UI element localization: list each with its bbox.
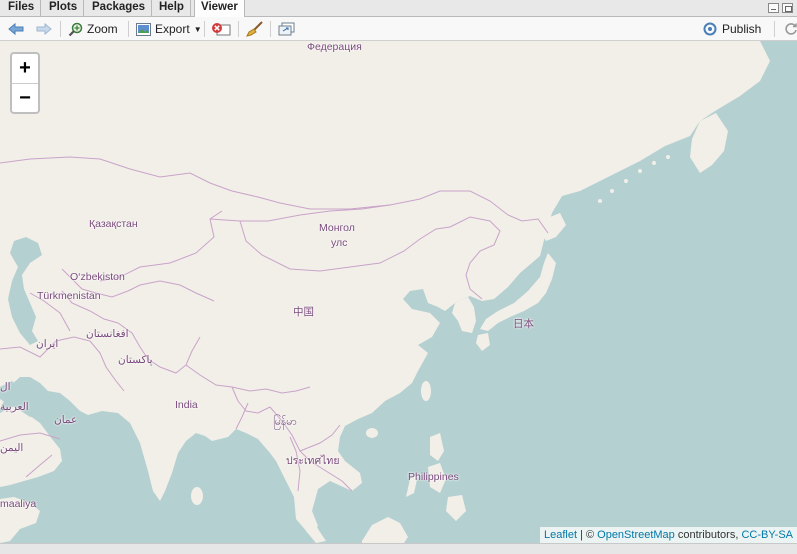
refresh-button[interactable] <box>784 20 797 38</box>
label-thailand: ประเทศไทย <box>286 455 340 467</box>
leaflet-link[interactable]: Leaflet <box>544 529 577 541</box>
label-china: 中国 <box>293 306 314 318</box>
viewer-toolbar: Zoom Export ▼ Publish <box>0 17 797 41</box>
borneo <box>362 517 408 543</box>
label-oman: عمان <box>54 414 78 426</box>
osm-link[interactable]: OpenStreetMap <box>597 529 675 541</box>
publish-icon <box>703 22 717 36</box>
show-in-window-button[interactable] <box>278 20 295 38</box>
tab-help[interactable]: Help <box>153 0 191 16</box>
magnifier-icon <box>68 22 83 36</box>
chevron-down-icon: ▼ <box>193 24 202 34</box>
label-turkmenistan: Türkmenistan <box>37 290 101 302</box>
pane-tab-bar: Files Plots Packages Help Viewer <box>0 0 797 17</box>
label-japan: 日本 <box>513 318 534 330</box>
zoom-in-button[interactable]: + <box>12 54 38 84</box>
forward-button[interactable] <box>36 20 52 38</box>
map-tiles <box>0 41 770 543</box>
label-yemen: اليمن <box>0 442 24 454</box>
label-iraq: ال <box>0 381 11 393</box>
tab-packages[interactable]: Packages <box>86 0 153 16</box>
label-somalia: maaliya <box>0 498 37 510</box>
label-mongolia-line2: улс <box>331 237 348 249</box>
minimize-icon <box>771 9 776 10</box>
maximize-icon <box>785 6 792 12</box>
label-india: India <box>175 399 198 411</box>
minimize-pane-button[interactable] <box>768 3 779 13</box>
export-label: Export <box>155 22 190 36</box>
remove-viewer-icon <box>212 22 231 35</box>
label-russia: Федерация <box>307 41 362 53</box>
toolbar-separator <box>128 21 129 37</box>
zoom-control: + − <box>10 52 40 114</box>
toolbar-separator <box>774 21 775 37</box>
taiwan <box>421 381 431 401</box>
zoom-button[interactable]: Zoom <box>68 20 118 38</box>
toolbar-separator <box>60 21 61 37</box>
arrow-right-icon <box>36 22 52 36</box>
map-attribution: Leaflet | © OpenStreetMap contributors, … <box>539 527 797 543</box>
sri-lanka <box>191 487 203 505</box>
license-link[interactable]: CC-BY-SA <box>741 529 793 541</box>
show-in-window-icon <box>278 22 295 36</box>
refresh-icon <box>785 23 797 35</box>
toolbar-separator <box>238 21 239 37</box>
arrow-left-icon <box>8 22 24 36</box>
clear-viewer-button[interactable] <box>246 20 264 38</box>
toolbar-separator <box>270 21 271 37</box>
publish-label: Publish <box>722 22 762 36</box>
tab-plots[interactable]: Plots <box>43 0 85 16</box>
maximize-pane-button[interactable] <box>782 3 793 13</box>
tab-viewer[interactable]: Viewer <box>194 0 245 17</box>
toolbar-separator <box>204 21 205 37</box>
export-menu-button[interactable]: Export ▼ <box>136 20 202 38</box>
label-philippines: Philippines <box>408 471 459 483</box>
attribution-separator: | © <box>577 529 598 541</box>
remove-viewer-button[interactable] <box>211 20 231 38</box>
hainan <box>366 428 378 438</box>
japan-kyushu <box>476 333 490 351</box>
zoom-label: Zoom <box>87 22 118 36</box>
export-image-icon <box>136 22 151 36</box>
zoom-out-button[interactable]: − <box>12 84 38 113</box>
label-uzbekistan: O‘zbekiston <box>70 271 125 283</box>
label-myanmar: မြန်မာ <box>273 416 297 428</box>
label-pakistan: پاکستان <box>118 354 153 366</box>
tab-files[interactable]: Files <box>2 0 42 16</box>
back-button[interactable] <box>8 20 24 38</box>
land-asia-mainland <box>0 41 770 533</box>
label-saudi-arabia: العربية <box>0 401 29 413</box>
publish-button[interactable]: Publish <box>702 20 761 38</box>
label-afghanistan: افغانستان <box>86 328 129 340</box>
leaflet-map[interactable]: Федерация Қазақстан Монгол улс O‘zbekist… <box>0 41 797 543</box>
label-kazakhstan: Қазақстан <box>89 218 138 230</box>
label-mongolia-line1: Монгол <box>319 222 355 234</box>
broom-icon <box>246 21 263 37</box>
window-controls <box>767 3 797 14</box>
pane-bottom-edge <box>0 543 797 554</box>
attribution-contributors: contributors, <box>674 529 742 541</box>
label-iran: ایران <box>36 338 59 350</box>
